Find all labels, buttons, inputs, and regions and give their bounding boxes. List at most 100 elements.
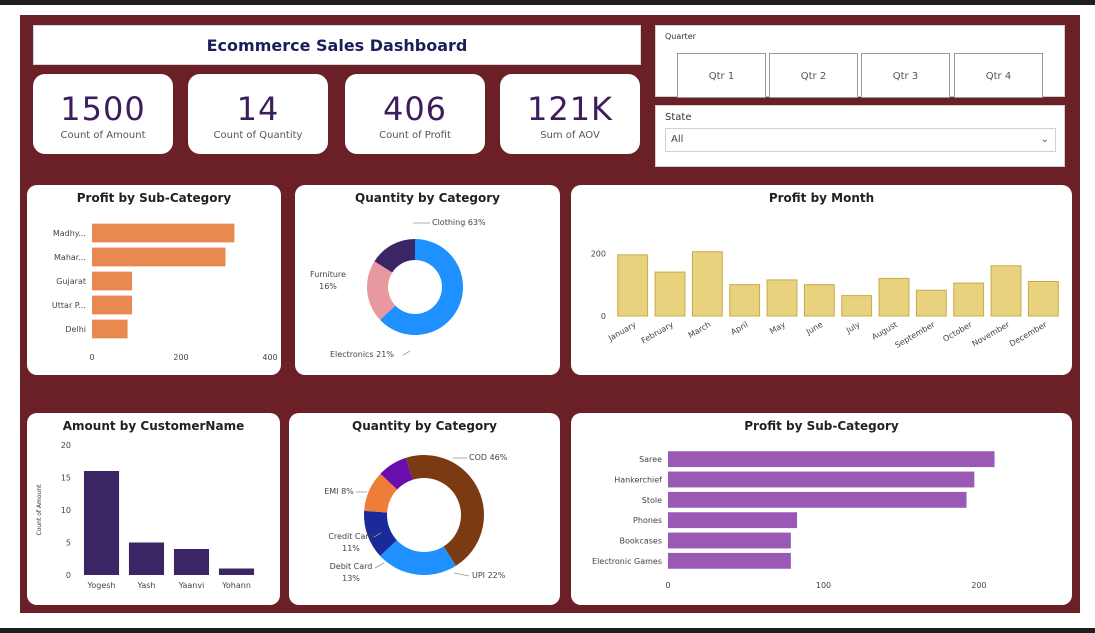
kpi-value: 14 <box>236 90 280 128</box>
chart-panel-amount-by-customer: Amount by CustomerName Yogesh Yash Yaanvi Y… <box>27 413 280 605</box>
slice-label: 11% <box>342 544 360 553</box>
quarter-button-qtr-2[interactable]: Qtr 2 <box>769 53 858 98</box>
slice-label: 13% <box>342 574 360 583</box>
slice-label: EMI 8% <box>324 487 354 496</box>
slice-label: Credit Card <box>328 532 373 541</box>
category-label: December <box>1008 320 1049 349</box>
bar <box>668 451 995 468</box>
kpi-card-count-of-profit: 406 Count of Profit <box>345 74 485 154</box>
bar <box>128 542 165 575</box>
y-tick-label: 0 <box>601 312 606 321</box>
chart-panel-profit-by-state: Profit by Sub-Category Madhy... Mahar... G… <box>27 185 281 375</box>
slice-label: Electronics 21% <box>330 350 394 359</box>
bottom-border <box>0 628 1095 633</box>
slice-label: Debit Card <box>330 562 373 571</box>
category-label: May <box>768 320 787 336</box>
leader-line <box>402 350 411 356</box>
chart-profit-by-sub-category: Saree Hankerchief Stole Phones Bookcases Elec… <box>592 451 995 590</box>
bar <box>1027 281 1059 317</box>
bar <box>92 271 133 291</box>
bar <box>841 295 873 317</box>
slice-label: COD 46% <box>469 453 508 462</box>
category-label: Saree <box>639 455 662 464</box>
category-label: January <box>606 320 638 344</box>
category-label: Phones <box>633 516 662 525</box>
bar <box>668 491 967 508</box>
y-axis-label: Count of Amount <box>36 484 43 536</box>
category-label: July <box>844 320 862 336</box>
chevron-down-icon: ⌄ <box>1040 134 1049 145</box>
category-label: Gujarat <box>56 277 86 286</box>
kpi-value: 121K <box>526 90 614 128</box>
dashboard-title-box: Ecommerce Sales Dashboard <box>33 25 641 65</box>
bar <box>92 319 128 339</box>
bar <box>915 289 947 317</box>
category-label: October <box>941 320 974 344</box>
category-label: Stole <box>642 496 662 505</box>
y-tick-label: 200 <box>591 249 606 258</box>
category-label: February <box>640 320 675 346</box>
category-label: June <box>804 320 825 337</box>
bar <box>92 295 133 315</box>
x-tick-label: 400 <box>262 353 277 362</box>
chart-panel-profit-by-sub-category: Profit by Sub-Category Saree Hankerchief S… <box>571 413 1072 605</box>
bar <box>617 254 649 317</box>
category-label: Madhy... <box>53 229 86 238</box>
bar <box>668 471 975 488</box>
top-border <box>0 0 1095 5</box>
kpi-label: Count of Amount <box>60 130 146 141</box>
x-tick-label: 0 <box>89 353 94 362</box>
kpi-label: Sum of AOV <box>540 130 600 141</box>
bar <box>668 532 791 549</box>
y-tick-label: 15 <box>61 474 71 483</box>
chart-profit-by-month: January February March April May June July Augu… <box>591 249 1059 350</box>
chart-quantity-by-category: Clothing 63% Electronics 21% Furniture 16% <box>310 218 486 359</box>
bar <box>173 549 210 575</box>
x-tick-label: 0 <box>665 581 670 590</box>
chart-panel-quantity-by-category: Quantity by Category Clothing 63% Electro… <box>295 185 560 375</box>
category-label: August <box>870 320 899 342</box>
slice-label: 16% <box>319 282 337 291</box>
quarter-button-qtr-3[interactable]: Qtr 3 <box>861 53 950 98</box>
category-label: Electronic Games <box>592 557 662 566</box>
donut-slice <box>380 540 456 575</box>
category-label: Yohann <box>221 581 251 590</box>
category-label: November <box>970 320 1011 349</box>
category-label: Mahar... <box>54 253 86 262</box>
category-label: Yaanvi <box>178 581 205 590</box>
chart-panel-quantity-by-payment: Quantity by Category COD 46% UPI 22% Debit… <box>289 413 560 605</box>
category-label: April <box>729 320 749 337</box>
state-slicer: State All ⌄ <box>655 105 1065 167</box>
bar <box>990 265 1022 317</box>
bar <box>953 282 985 317</box>
x-tick-label: 200 <box>971 581 986 590</box>
bar <box>878 277 910 317</box>
category-label: September <box>894 320 937 350</box>
y-tick-label: 5 <box>66 539 71 548</box>
category-label: March <box>687 320 713 340</box>
bar <box>803 284 835 317</box>
x-tick-label: 200 <box>173 353 188 362</box>
bar <box>668 512 798 529</box>
kpi-card-sum-of-aov: 121K Sum of AOV <box>500 74 640 154</box>
chart-panel-profit-by-month: Profit by Month January February March Apri… <box>571 185 1072 375</box>
category-label: Yash <box>137 581 156 590</box>
bar <box>92 247 226 267</box>
x-tick-label: 100 <box>816 581 831 590</box>
quarter-button-qtr-4[interactable]: Qtr 4 <box>954 53 1043 98</box>
leader-line <box>453 572 470 577</box>
y-tick-label: 20 <box>61 441 71 450</box>
chart-profit-by-state: Madhy... Mahar... Gujarat Uttar P... Delhi 0 2… <box>52 223 278 362</box>
slice-label: Furniture <box>310 270 346 279</box>
category-label: Yogesh <box>87 581 116 590</box>
state-dropdown[interactable]: All ⌄ <box>665 128 1056 152</box>
state-dropdown-value: All <box>671 134 684 145</box>
quarter-slicer-title: Quarter <box>665 32 696 41</box>
quarter-slicer: Quarter Qtr 1 Qtr 2 Qtr 3 Qtr 4 <box>655 25 1065 98</box>
kpi-label: Count of Quantity <box>213 130 303 141</box>
chart-amount-by-customer: Yogesh Yash Yaanvi Yohann 0 5 10 15 20 Count of A… <box>36 441 255 590</box>
bar <box>83 471 120 575</box>
chart-quantity-by-payment: COD 46% UPI 22% Debit Card 13% Credit Card 11… <box>324 453 508 583</box>
kpi-value: 1500 <box>60 90 146 128</box>
quarter-button-qtr-1[interactable]: Qtr 1 <box>677 53 766 98</box>
